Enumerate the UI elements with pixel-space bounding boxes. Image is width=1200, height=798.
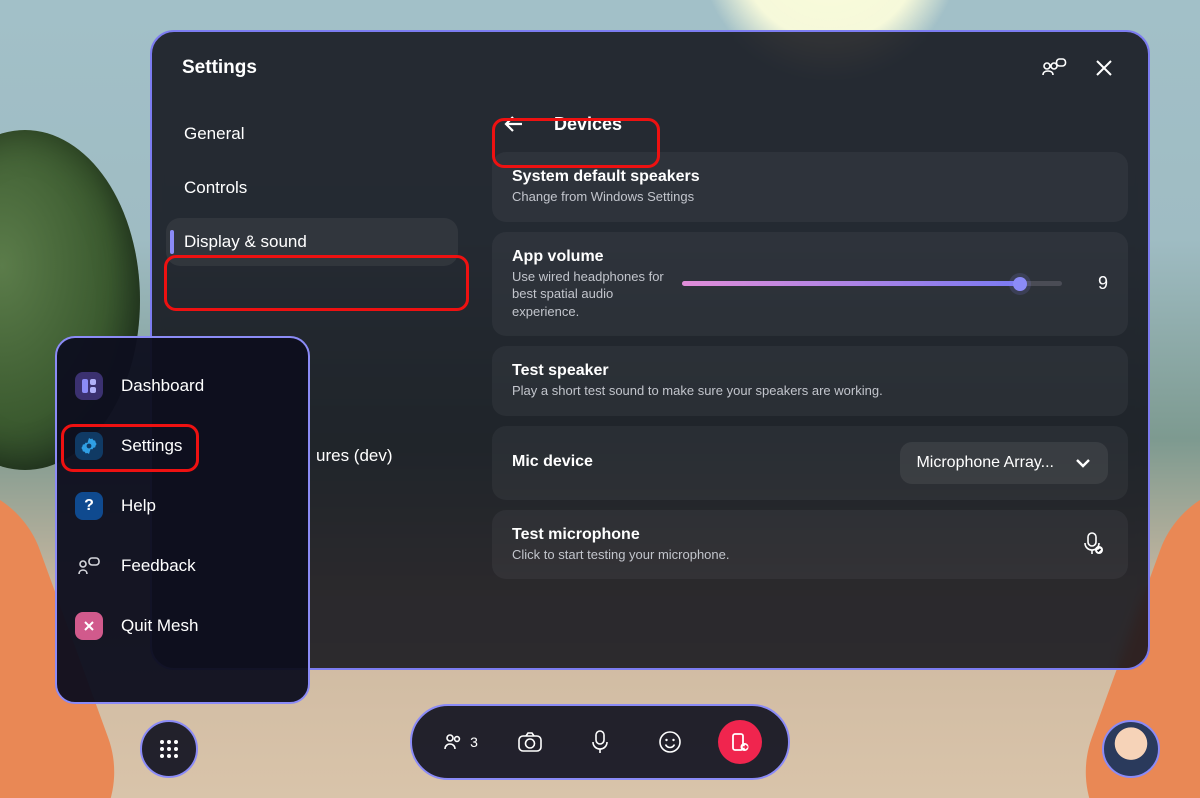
help-icon: ? xyxy=(75,492,103,520)
leave-button[interactable] xyxy=(718,720,762,764)
menu-item-dashboard[interactable]: Dashboard xyxy=(67,358,298,414)
menu-item-label: Dashboard xyxy=(121,376,204,396)
menu-item-feedback[interactable]: Feedback xyxy=(67,538,298,594)
card-test-speaker[interactable]: Test speaker Play a short test sound to … xyxy=(492,346,1128,416)
panel-title: Settings xyxy=(182,57,257,79)
camera-button[interactable] xyxy=(508,720,552,764)
sidebar-item-display-sound[interactable]: Display & sound xyxy=(166,218,458,266)
gear-icon xyxy=(75,432,103,460)
card-subtitle: Use wired headphones for best spatial au… xyxy=(512,268,672,321)
mic-device-value: Microphone Array... xyxy=(916,454,1054,472)
dock-bar: 3 xyxy=(410,704,790,780)
volume-value: 9 xyxy=(1082,273,1108,294)
dashboard-icon xyxy=(75,372,103,400)
menu-item-quit[interactable]: Quit Mesh xyxy=(67,598,298,654)
volume-slider-knob[interactable] xyxy=(1013,277,1027,291)
settings-main: Devices System default speakers Change f… xyxy=(472,98,1148,591)
card-test-microphone[interactable]: Test microphone Click to start testing y… xyxy=(492,510,1128,580)
menu-item-label: Settings xyxy=(121,436,182,456)
apps-grid-button[interactable] xyxy=(140,720,198,778)
volume-slider[interactable] xyxy=(682,281,1062,286)
menu-item-label: Feedback xyxy=(121,556,196,576)
avatar-button[interactable] xyxy=(1102,720,1160,778)
volume-slider-fill xyxy=(682,281,1020,286)
card-subtitle: Play a short test sound to make sure you… xyxy=(512,382,883,400)
sidebar-item-controls[interactable]: Controls xyxy=(166,164,458,212)
card-title: Mic device xyxy=(512,453,593,471)
card-title: App volume xyxy=(512,248,672,266)
people-chat-icon[interactable] xyxy=(1040,54,1068,82)
panel-header: Settings xyxy=(152,32,1148,94)
mic-test-icon xyxy=(1078,530,1108,560)
sidebar-item-label: General xyxy=(184,124,244,144)
card-subtitle: Click to start testing your microphone. xyxy=(512,546,729,564)
sidebar-item-general[interactable]: General xyxy=(166,110,458,158)
main-menu-popup: Dashboard Settings ? Help Feedback Quit … xyxy=(55,336,310,704)
card-system-speakers[interactable]: System default speakers Change from Wind… xyxy=(492,152,1128,222)
feedback-icon xyxy=(75,552,103,580)
menu-item-help[interactable]: ? Help xyxy=(67,478,298,534)
menu-item-label: Help xyxy=(121,496,156,516)
reactions-button[interactable] xyxy=(648,720,692,764)
card-title: Test speaker xyxy=(512,362,883,380)
sidebar-item-label: ures (dev) xyxy=(316,446,393,466)
menu-item-settings[interactable]: Settings xyxy=(67,418,298,474)
sidebar-item-label: Controls xyxy=(184,178,247,198)
microphone-button[interactable] xyxy=(578,720,622,764)
card-title: System default speakers xyxy=(512,168,700,186)
card-subtitle: Change from Windows Settings xyxy=(512,188,700,206)
people-count-value: 3 xyxy=(470,734,478,750)
menu-item-label: Quit Mesh xyxy=(121,616,198,636)
back-arrow-icon[interactable] xyxy=(502,112,526,136)
mic-device-select[interactable]: Microphone Array... xyxy=(900,442,1108,484)
card-app-volume: App volume Use wired headphones for best… xyxy=(492,232,1128,337)
close-icon[interactable] xyxy=(1090,54,1118,82)
card-mic-device: Mic device Microphone Array... xyxy=(492,426,1128,500)
people-count-button[interactable]: 3 xyxy=(438,720,482,764)
sub-header-title: Devices xyxy=(554,114,622,135)
card-title: Test microphone xyxy=(512,526,729,544)
chevron-down-icon xyxy=(1074,454,1092,472)
quit-icon xyxy=(75,612,103,640)
sub-header: Devices xyxy=(492,100,1128,152)
sidebar-item-label: Display & sound xyxy=(184,232,307,252)
